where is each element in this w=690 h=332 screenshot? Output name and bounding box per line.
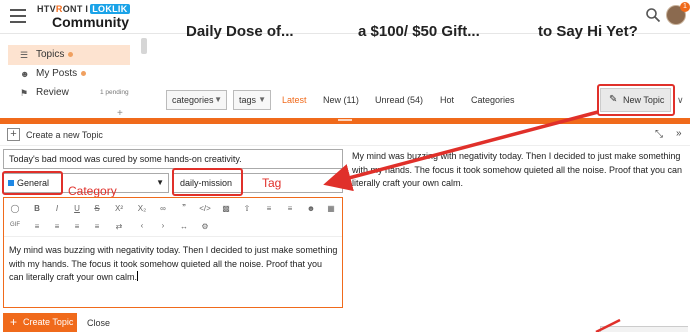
blockquote-icon[interactable]: ” (177, 203, 191, 212)
strikethrough-icon[interactable]: S (90, 204, 104, 213)
align-left-icon[interactable]: ≡ (30, 222, 44, 231)
list-icon: ☰ (20, 50, 29, 60)
align-right-icon[interactable]: ≡ (70, 222, 84, 231)
sidebar: ☰ Topics ☻ My Posts ⚑ Review 1 pending (0, 34, 150, 118)
nav-new[interactable]: New (11) (323, 95, 359, 105)
close-button[interactable]: Close (87, 318, 110, 328)
sidebar-scrollbar[interactable] (141, 38, 147, 54)
pending-badge: 1 pending (100, 89, 129, 96)
link-icon[interactable]: ∞ (156, 204, 170, 213)
bold-icon[interactable]: B (30, 204, 44, 213)
chevron-down-icon: ▼ (156, 178, 164, 187)
gear-icon[interactable]: ⚙ (198, 222, 212, 231)
categories-dropdown[interactable]: categories ▼ (166, 90, 227, 110)
categories-dropdown-label: categories (172, 95, 214, 105)
nav-hot[interactable]: Hot (440, 95, 454, 105)
annotation-box-tag (172, 168, 243, 196)
sidebar-item-label: Review (36, 87, 69, 98)
logo-top[interactable]: HTVRONT I LOKLIK (37, 4, 130, 14)
text-cursor (137, 271, 139, 281)
topic-card-title[interactable]: to Say Hi Yet? (538, 23, 638, 43)
unread-dot (81, 70, 87, 76)
unread-dot (68, 51, 74, 57)
chevron-down-icon: ▼ (258, 95, 266, 104)
notification-badge: 1 (680, 2, 690, 12)
underline-icon[interactable]: U (70, 204, 84, 213)
tags-dropdown-label: tags (239, 95, 257, 105)
table-icon[interactable]: ▦ (324, 204, 338, 213)
topic-card-title[interactable]: a $100/ $50 Gift... (358, 23, 480, 43)
video-icon[interactable]: ▩ (219, 204, 233, 213)
search-icon[interactable] (645, 7, 661, 23)
quote-icon[interactable]: ◯ (8, 204, 22, 213)
chevron-right-icon[interactable]: › (156, 221, 170, 230)
annotation-category-label: Category (68, 184, 117, 198)
sidebar-item-label: Topics (36, 49, 65, 60)
logo-text-r: R (55, 4, 63, 14)
flag-icon: ⚑ (20, 88, 29, 98)
bullet-list-icon[interactable]: ≡ (262, 204, 276, 213)
align-justify-icon[interactable]: ≡ (90, 222, 104, 231)
superscript-icon[interactable]: X² (112, 204, 126, 213)
preview-pane: My mind was buzzing with negativity toda… (352, 151, 683, 188)
nav-unread[interactable]: Unread (54) (375, 95, 423, 105)
chevron-down-icon: ▼ (214, 95, 222, 104)
composer-header: + Create a new Topic ⤡ » (0, 124, 690, 146)
topic-card-title[interactable]: Daily Dose of... (186, 23, 294, 43)
align-center-icon[interactable]: ≡ (50, 222, 64, 231)
indent-icon[interactable]: ⇄ (112, 222, 126, 231)
logo-text-htv: HTV (37, 4, 56, 14)
editor-toolbar: ◯ B I U S X² X₂ ∞ ” </> ▩ ⇧ ≡ ≡ ☻ ▦ GIF … (4, 198, 342, 237)
plus-icon: + (10, 315, 18, 329)
width-icon[interactable]: ↔ (177, 222, 191, 231)
nav-latest[interactable]: Latest (282, 95, 307, 105)
grip-handle[interactable] (338, 119, 352, 121)
sidebar-item-label: My Posts (36, 68, 78, 79)
annotation-box-new-topic (597, 84, 675, 116)
chevron-left-icon[interactable]: ‹ (135, 221, 149, 230)
sidebar-item-review[interactable]: ⚑ Review 1 pending (8, 83, 130, 103)
screen: HTVRONT I LOKLIK Community 1 ☰ Topics ☻ M… (0, 0, 690, 332)
plus-icon: + (7, 128, 20, 141)
editor: ◯ B I U S X² X₂ ∞ ” </> ▩ ⇧ ≡ ≡ ☻ ▦ GIF … (3, 197, 343, 308)
numbered-list-icon[interactable]: ≡ (283, 204, 297, 213)
annotation-tag-label: Tag (262, 176, 282, 190)
sidebar-item-my-posts[interactable]: ☻ My Posts (8, 64, 130, 84)
sidebar-item-topics[interactable]: ☰ Topics (8, 45, 130, 65)
bottom-right-panel (600, 326, 688, 332)
fullscreen-icon[interactable]: ⤡ (655, 129, 663, 140)
annotation-box-category (2, 171, 63, 195)
emoji-icon[interactable]: ☻ (304, 204, 318, 213)
nav-categories[interactable]: Categories (471, 95, 515, 105)
hamburger-menu-icon[interactable] (10, 9, 26, 23)
logo-text-ont: ONT I (62, 4, 89, 14)
editor-body[interactable]: My mind was buzzing with negativity toda… (9, 244, 339, 285)
chevron-down-icon[interactable]: ∨ (677, 95, 684, 106)
gif-icon[interactable]: GIF (8, 222, 22, 228)
tags-dropdown[interactable]: tags ▼ (233, 90, 271, 110)
logo-community[interactable]: Community (52, 14, 129, 30)
user-icon: ☻ (20, 69, 30, 79)
create-topic-button[interactable]: + Create Topic (3, 313, 77, 332)
italic-icon[interactable]: I (50, 204, 64, 213)
subscript-icon[interactable]: X₂ (135, 204, 149, 213)
title-input[interactable]: Today's bad mood was cured by some hands… (3, 149, 343, 169)
create-topic-label: Create Topic (23, 317, 74, 327)
composer-action-label[interactable]: Create a new Topic (26, 130, 103, 140)
collapse-icon[interactable]: » (676, 128, 682, 139)
code-icon[interactable]: </> (198, 204, 212, 213)
upload-icon[interactable]: ⇧ (240, 204, 254, 213)
logo-text-loklik: LOKLIK (90, 4, 130, 14)
editor-body-text: My mind was buzzing with negativity toda… (9, 245, 338, 282)
